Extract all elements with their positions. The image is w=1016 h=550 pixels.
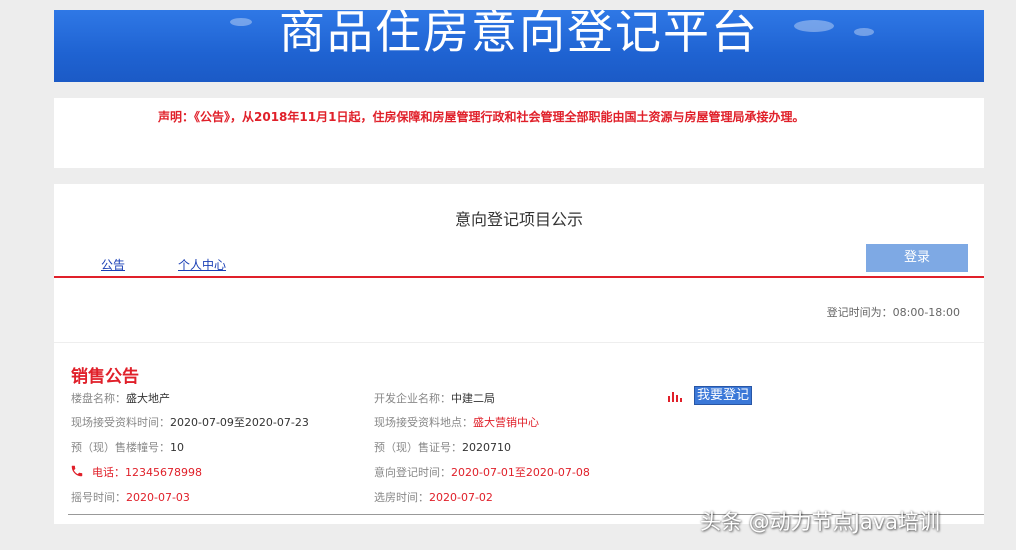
notice-panel: 声明：《公告》，从2018年11月1日起，住房保障和房屋管理行政和社会管理全部职…	[54, 98, 984, 168]
developer-value: 中建二局	[451, 392, 495, 405]
header-banner: 商品住房意向登记平台	[54, 10, 984, 82]
lottery-time-field: 摇号时间：2020-07-03	[71, 489, 190, 505]
section-title: 意向登记项目公示	[454, 210, 583, 229]
docs-place-field: 现场接受资料地点：盛大营销中心	[374, 414, 539, 430]
select-time-field: 选房时间：2020-07-02	[374, 489, 493, 505]
nav-link-personal-center[interactable]: 个人中心	[178, 256, 226, 273]
field-label: 楼盘名称：	[71, 392, 126, 405]
field-label: 开发企业名称：	[374, 392, 451, 405]
intent-time-value: 2020-07-01至2020-07-08	[451, 466, 590, 479]
nav-link-announcement[interactable]: 公告	[101, 256, 125, 273]
bar-chart-icon	[668, 390, 682, 402]
field-label: 选房时间：	[374, 491, 429, 504]
main-panel: 意向登记项目公示 公告 个人中心 登录 登记时间为：08:00-18:00 销售…	[54, 184, 984, 524]
permit-field: 预（现）售证号：2020710	[374, 439, 511, 455]
docs-place-value: 盛大营销中心	[473, 416, 539, 429]
login-button[interactable]: 登录	[866, 244, 968, 272]
phone-field: 电话：12345678998	[92, 464, 202, 480]
field-label: 意向登记时间：	[374, 466, 451, 479]
building-no-field: 预（现）售楼幢号：10	[71, 439, 184, 455]
registration-hours: 登记时间为：08:00-18:00	[826, 306, 960, 319]
phone-value: 12345678998	[125, 466, 202, 479]
field-label: 摇号时间：	[71, 491, 126, 504]
property-name-field: 楼盘名称：盛大地产	[71, 390, 170, 406]
listing-title: 销售公告	[71, 367, 139, 387]
field-label: 现场接受资料地点：	[374, 416, 473, 429]
notice-text: 声明：《公告》，从2018年11月1日起，住房保障和房屋管理行政和社会管理全部职…	[158, 110, 805, 124]
phone-icon	[71, 465, 83, 477]
select-time-value: 2020-07-02	[429, 491, 493, 504]
property-name-value: 盛大地产	[126, 392, 170, 405]
watermark: 头条 @动力节点Java培训	[700, 510, 941, 534]
intent-time-field: 意向登记时间：2020-07-01至2020-07-08	[374, 464, 590, 480]
docs-time-field: 现场接受资料时间：2020-07-09至2020-07-23	[71, 414, 309, 430]
phone-label: 电话：	[92, 466, 125, 479]
building-no-value: 10	[170, 441, 184, 454]
docs-time-value: 2020-07-09至2020-07-23	[170, 416, 309, 429]
developer-field: 开发企业名称：中建二局	[374, 390, 495, 406]
divider	[54, 342, 984, 343]
field-label: 预（现）售楼幢号：	[71, 441, 170, 454]
field-label: 预（现）售证号：	[374, 441, 462, 454]
page-title: 商品住房意向登记平台	[279, 10, 759, 59]
divider	[54, 276, 984, 278]
field-label: 现场接受资料时间：	[71, 416, 170, 429]
register-button[interactable]: 我要登记	[694, 386, 753, 405]
lottery-time-value: 2020-07-03	[126, 491, 190, 504]
permit-value: 2020710	[462, 441, 511, 454]
